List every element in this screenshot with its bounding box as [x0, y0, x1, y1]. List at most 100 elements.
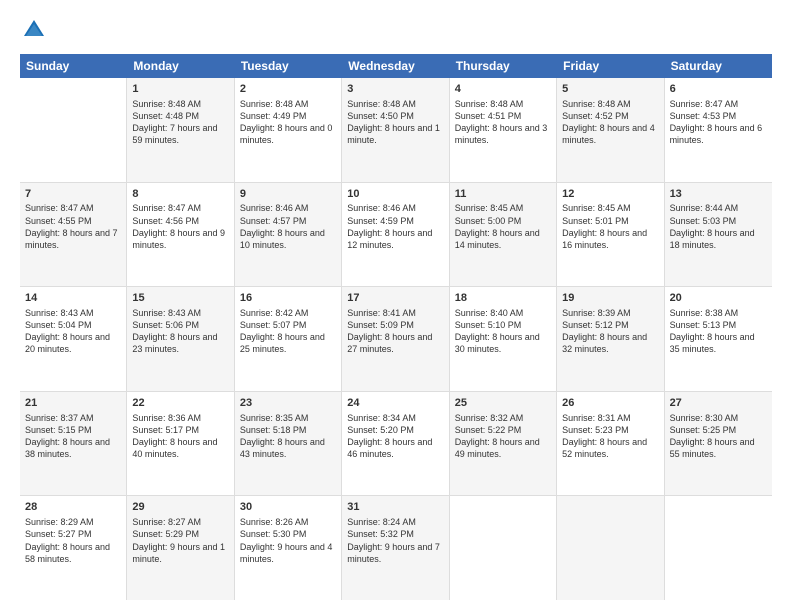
cell-info: Sunrise: 8:48 AMSunset: 4:48 PMDaylight:… [132, 98, 228, 147]
calendar-cell: 9Sunrise: 8:46 AMSunset: 4:57 PMDaylight… [235, 183, 342, 287]
day-number: 29 [132, 500, 228, 515]
calendar-cell: 15Sunrise: 8:43 AMSunset: 5:06 PMDayligh… [127, 287, 234, 391]
calendar-cell: 25Sunrise: 8:32 AMSunset: 5:22 PMDayligh… [450, 392, 557, 496]
cell-info: Sunrise: 8:36 AMSunset: 5:17 PMDaylight:… [132, 412, 228, 461]
cell-info: Sunrise: 8:24 AMSunset: 5:32 PMDaylight:… [347, 516, 443, 565]
day-number: 30 [240, 500, 336, 515]
calendar-cell: 21Sunrise: 8:37 AMSunset: 5:15 PMDayligh… [20, 392, 127, 496]
cell-info: Sunrise: 8:43 AMSunset: 5:04 PMDaylight:… [25, 307, 121, 356]
day-number: 20 [670, 291, 767, 306]
calendar-row-1: 1Sunrise: 8:48 AMSunset: 4:48 PMDaylight… [20, 78, 772, 183]
calendar-cell [557, 496, 664, 600]
calendar-body: 1Sunrise: 8:48 AMSunset: 4:48 PMDaylight… [20, 78, 772, 600]
day-number: 24 [347, 396, 443, 411]
calendar-row-5: 28Sunrise: 8:29 AMSunset: 5:27 PMDayligh… [20, 496, 772, 600]
logo [20, 16, 52, 44]
day-number: 10 [347, 187, 443, 202]
cell-info: Sunrise: 8:44 AMSunset: 5:03 PMDaylight:… [670, 202, 767, 251]
cell-info: Sunrise: 8:48 AMSunset: 4:50 PMDaylight:… [347, 98, 443, 147]
calendar-cell: 24Sunrise: 8:34 AMSunset: 5:20 PMDayligh… [342, 392, 449, 496]
day-number: 17 [347, 291, 443, 306]
calendar-cell: 14Sunrise: 8:43 AMSunset: 5:04 PMDayligh… [20, 287, 127, 391]
day-number: 15 [132, 291, 228, 306]
day-number: 27 [670, 396, 767, 411]
day-number: 1 [132, 82, 228, 97]
cell-info: Sunrise: 8:48 AMSunset: 4:51 PMDaylight:… [455, 98, 551, 147]
cell-info: Sunrise: 8:42 AMSunset: 5:07 PMDaylight:… [240, 307, 336, 356]
calendar-cell: 1Sunrise: 8:48 AMSunset: 4:48 PMDaylight… [127, 78, 234, 182]
day-number: 2 [240, 82, 336, 97]
cell-info: Sunrise: 8:34 AMSunset: 5:20 PMDaylight:… [347, 412, 443, 461]
cell-info: Sunrise: 8:26 AMSunset: 5:30 PMDaylight:… [240, 516, 336, 565]
day-number: 11 [455, 187, 551, 202]
day-number: 26 [562, 396, 658, 411]
calendar-header: SundayMondayTuesdayWednesdayThursdayFrid… [20, 54, 772, 78]
cell-info: Sunrise: 8:47 AMSunset: 4:53 PMDaylight:… [670, 98, 767, 147]
day-number: 31 [347, 500, 443, 515]
cell-info: Sunrise: 8:40 AMSunset: 5:10 PMDaylight:… [455, 307, 551, 356]
cell-info: Sunrise: 8:37 AMSunset: 5:15 PMDaylight:… [25, 412, 121, 461]
calendar-cell: 23Sunrise: 8:35 AMSunset: 5:18 PMDayligh… [235, 392, 342, 496]
cell-info: Sunrise: 8:30 AMSunset: 5:25 PMDaylight:… [670, 412, 767, 461]
calendar-cell: 7Sunrise: 8:47 AMSunset: 4:55 PMDaylight… [20, 183, 127, 287]
weekday-header-tuesday: Tuesday [235, 54, 342, 78]
calendar-row-4: 21Sunrise: 8:37 AMSunset: 5:15 PMDayligh… [20, 392, 772, 497]
calendar-cell: 4Sunrise: 8:48 AMSunset: 4:51 PMDaylight… [450, 78, 557, 182]
day-number: 13 [670, 187, 767, 202]
day-number: 21 [25, 396, 121, 411]
calendar-cell: 10Sunrise: 8:46 AMSunset: 4:59 PMDayligh… [342, 183, 449, 287]
cell-info: Sunrise: 8:32 AMSunset: 5:22 PMDaylight:… [455, 412, 551, 461]
cell-info: Sunrise: 8:46 AMSunset: 4:57 PMDaylight:… [240, 202, 336, 251]
calendar-cell: 3Sunrise: 8:48 AMSunset: 4:50 PMDaylight… [342, 78, 449, 182]
calendar-cell: 13Sunrise: 8:44 AMSunset: 5:03 PMDayligh… [665, 183, 772, 287]
calendar-cell: 30Sunrise: 8:26 AMSunset: 5:30 PMDayligh… [235, 496, 342, 600]
day-number: 8 [132, 187, 228, 202]
calendar-cell: 19Sunrise: 8:39 AMSunset: 5:12 PMDayligh… [557, 287, 664, 391]
calendar-cell: 6Sunrise: 8:47 AMSunset: 4:53 PMDaylight… [665, 78, 772, 182]
logo-icon [20, 16, 48, 44]
calendar-cell: 5Sunrise: 8:48 AMSunset: 4:52 PMDaylight… [557, 78, 664, 182]
day-number: 25 [455, 396, 551, 411]
calendar-cell: 31Sunrise: 8:24 AMSunset: 5:32 PMDayligh… [342, 496, 449, 600]
day-number: 18 [455, 291, 551, 306]
calendar-row-3: 14Sunrise: 8:43 AMSunset: 5:04 PMDayligh… [20, 287, 772, 392]
day-number: 4 [455, 82, 551, 97]
cell-info: Sunrise: 8:29 AMSunset: 5:27 PMDaylight:… [25, 516, 121, 565]
cell-info: Sunrise: 8:27 AMSunset: 5:29 PMDaylight:… [132, 516, 228, 565]
day-number: 28 [25, 500, 121, 515]
cell-info: Sunrise: 8:39 AMSunset: 5:12 PMDaylight:… [562, 307, 658, 356]
weekday-header-friday: Friday [557, 54, 664, 78]
cell-info: Sunrise: 8:31 AMSunset: 5:23 PMDaylight:… [562, 412, 658, 461]
calendar-page: SundayMondayTuesdayWednesdayThursdayFrid… [0, 0, 792, 612]
weekday-header-sunday: Sunday [20, 54, 127, 78]
day-number: 14 [25, 291, 121, 306]
calendar: SundayMondayTuesdayWednesdayThursdayFrid… [20, 54, 772, 600]
calendar-cell: 2Sunrise: 8:48 AMSunset: 4:49 PMDaylight… [235, 78, 342, 182]
day-number: 23 [240, 396, 336, 411]
calendar-cell [665, 496, 772, 600]
calendar-cell: 27Sunrise: 8:30 AMSunset: 5:25 PMDayligh… [665, 392, 772, 496]
calendar-cell: 26Sunrise: 8:31 AMSunset: 5:23 PMDayligh… [557, 392, 664, 496]
cell-info: Sunrise: 8:43 AMSunset: 5:06 PMDaylight:… [132, 307, 228, 356]
calendar-cell: 29Sunrise: 8:27 AMSunset: 5:29 PMDayligh… [127, 496, 234, 600]
weekday-header-thursday: Thursday [450, 54, 557, 78]
calendar-cell: 8Sunrise: 8:47 AMSunset: 4:56 PMDaylight… [127, 183, 234, 287]
cell-info: Sunrise: 8:48 AMSunset: 4:52 PMDaylight:… [562, 98, 658, 147]
cell-info: Sunrise: 8:45 AMSunset: 5:01 PMDaylight:… [562, 202, 658, 251]
weekday-header-saturday: Saturday [665, 54, 772, 78]
page-header [20, 16, 772, 44]
cell-info: Sunrise: 8:38 AMSunset: 5:13 PMDaylight:… [670, 307, 767, 356]
day-number: 3 [347, 82, 443, 97]
calendar-cell [20, 78, 127, 182]
calendar-cell: 17Sunrise: 8:41 AMSunset: 5:09 PMDayligh… [342, 287, 449, 391]
calendar-cell: 16Sunrise: 8:42 AMSunset: 5:07 PMDayligh… [235, 287, 342, 391]
cell-info: Sunrise: 8:35 AMSunset: 5:18 PMDaylight:… [240, 412, 336, 461]
weekday-header-monday: Monday [127, 54, 234, 78]
day-number: 5 [562, 82, 658, 97]
calendar-cell: 28Sunrise: 8:29 AMSunset: 5:27 PMDayligh… [20, 496, 127, 600]
cell-info: Sunrise: 8:47 AMSunset: 4:55 PMDaylight:… [25, 202, 121, 251]
day-number: 16 [240, 291, 336, 306]
calendar-cell: 12Sunrise: 8:45 AMSunset: 5:01 PMDayligh… [557, 183, 664, 287]
day-number: 22 [132, 396, 228, 411]
day-number: 9 [240, 187, 336, 202]
